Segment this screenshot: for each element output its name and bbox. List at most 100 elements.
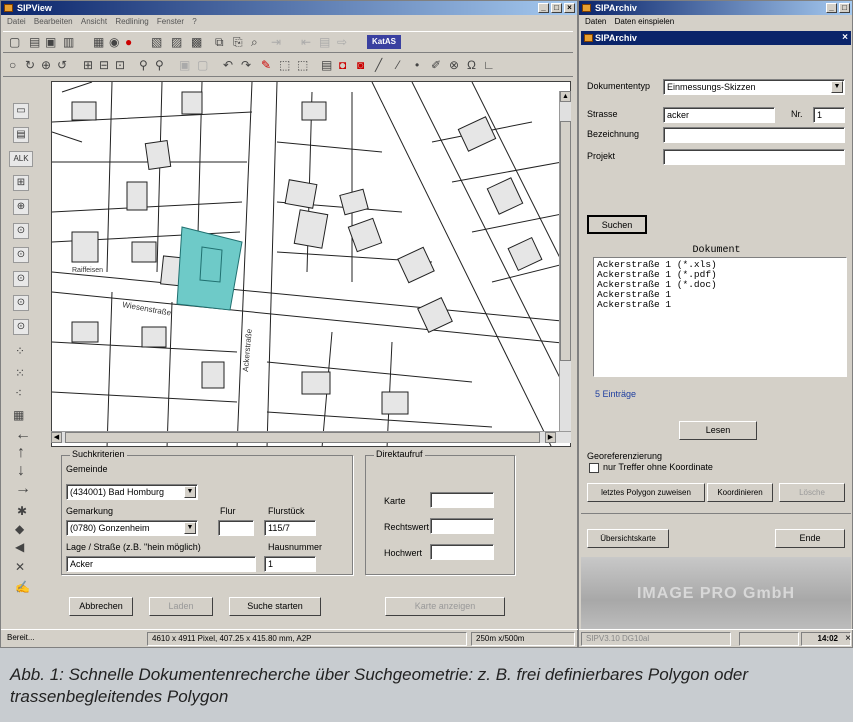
grid2-icon[interactable]: ⊟ [99, 57, 109, 73]
points2-icon[interactable]: ⁙ [15, 365, 25, 381]
save-icon[interactable]: ▣ [45, 34, 56, 50]
flurstueck-field[interactable]: 115/7 [264, 520, 316, 536]
tool-5[interactable]: ⊕ [13, 199, 29, 215]
diamond-icon[interactable]: ◆ [15, 521, 24, 537]
nr-field[interactable]: 1 [813, 107, 845, 123]
rotate-icon[interactable]: ↻ [25, 57, 35, 73]
grid-menu-icon[interactable]: ▦ [13, 407, 24, 423]
suchen-button[interactable]: Suchen [587, 215, 647, 234]
paste-icon[interactable]: ⎘ [233, 34, 243, 50]
frame-icon[interactable]: ▣ [179, 57, 190, 73]
frame2-icon[interactable]: ▢ [197, 57, 208, 73]
lage-field[interactable]: Acker [66, 556, 256, 572]
stamp2-icon[interactable]: ◙ [357, 57, 364, 73]
points-icon[interactable]: ⁘ [15, 343, 25, 359]
tool-grid[interactable]: ⊞ [13, 175, 29, 191]
brush-icon[interactable]: ✍ [15, 579, 30, 595]
maximize-button[interactable]: □ [839, 3, 850, 13]
projekt-field[interactable] [663, 149, 845, 165]
pen-icon[interactable]: ╱ [375, 57, 382, 73]
menu-daten-einspielen[interactable]: Daten einspielen [615, 17, 675, 26]
document-list[interactable]: Ackerstraße 1 (*.xls) Ackerstraße 1 (*.p… [593, 257, 847, 377]
rechtswert-field[interactable] [430, 518, 494, 534]
nav1-icon[interactable]: ⇤ [301, 34, 311, 50]
select-icon[interactable]: ⬚ [279, 57, 290, 73]
info-icon[interactable]: ● [125, 34, 132, 50]
scroll-left-icon[interactable]: ◀ [51, 432, 62, 443]
map-vscroll[interactable]: ▲ [559, 91, 571, 431]
eye-icon[interactable]: ◉ [109, 34, 119, 50]
line-icon[interactable]: ⁄ [397, 57, 399, 73]
nur-treffer-checkbox[interactable] [589, 463, 599, 473]
fill-icon[interactable]: ◀ [15, 539, 24, 555]
katas-button[interactable]: KatAS [367, 35, 401, 49]
tool-alk[interactable]: ALK [9, 151, 33, 167]
pencil-icon[interactable]: ✐ [431, 57, 441, 73]
gemarkung-select[interactable]: (0780) Gonzenheim ▼ [66, 520, 198, 536]
stamp-icon[interactable]: ◘ [339, 57, 346, 73]
close-button[interactable]: × [564, 3, 575, 13]
cross-icon[interactable]: ✕ [15, 559, 25, 575]
measure-icon[interactable]: ∟ [483, 57, 495, 73]
hausnummer-field[interactable]: 1 [264, 556, 316, 572]
tool-7[interactable]: ⊙ [13, 247, 29, 263]
karte-anzeigen-button[interactable]: Karte anzeigen [385, 597, 505, 616]
bezeichnung-field[interactable] [663, 127, 845, 143]
layer2-icon[interactable]: ▨ [171, 34, 182, 50]
maximize-button[interactable]: □ [551, 3, 562, 13]
preview-icon[interactable]: ▦ [93, 34, 104, 50]
copy-icon[interactable]: ⧉ [215, 34, 224, 50]
select2-icon[interactable]: ⬚ [297, 57, 308, 73]
map-hscroll[interactable]: ◀ ▶ [51, 431, 571, 443]
arrow-down-icon[interactable]: ↓ [17, 463, 25, 479]
menu-help[interactable]: ? [192, 17, 196, 26]
ende-button[interactable]: Ende [775, 529, 845, 548]
text-icon[interactable]: Ω [467, 57, 476, 73]
nav3-icon[interactable]: ⇨ [337, 34, 347, 50]
forward-icon[interactable]: ⇥ [271, 34, 281, 50]
hochwert-field[interactable] [430, 544, 494, 560]
menu-datei[interactable]: Datei [7, 17, 26, 26]
lesen-button[interactable]: Lesen [679, 421, 757, 440]
minimize-button[interactable]: _ [538, 3, 549, 13]
tool-2[interactable]: ▤ [13, 127, 29, 143]
tool-10[interactable]: ⊙ [13, 319, 29, 335]
print-icon[interactable]: ▥ [63, 34, 74, 50]
menu-daten[interactable]: Daten [585, 17, 606, 26]
circle-icon[interactable]: ○ [9, 57, 16, 73]
undo-icon[interactable]: ↶ [223, 57, 233, 73]
flur-field[interactable] [218, 520, 254, 536]
koordinieren-button[interactable]: Koordinieren [707, 483, 773, 502]
uebersichtskarte-button[interactable]: Übersichtskarte [587, 529, 669, 548]
map-view[interactable]: Wiesenstraße Ackerstraße Raiffeisen [51, 81, 571, 447]
scatter-icon[interactable]: ⁖ [15, 385, 22, 401]
refresh-icon[interactable]: ↺ [57, 57, 67, 73]
arrow-right-icon[interactable]: → [15, 481, 31, 497]
strasse-field[interactable]: acker [663, 107, 775, 123]
tool-8[interactable]: ⊙ [13, 271, 29, 287]
person2-icon[interactable]: ⚲ [155, 57, 164, 73]
layer-icon[interactable]: ▧ [151, 34, 162, 50]
arrow-up-icon[interactable]: ↑ [17, 445, 25, 461]
scroll-right-icon[interactable]: ▶ [545, 432, 556, 443]
tool-1[interactable]: ▭ [13, 103, 29, 119]
arrow-left-icon[interactable]: ← [15, 427, 31, 443]
scroll-up-icon[interactable]: ▲ [560, 91, 571, 102]
search-icon[interactable]: ⌕ [251, 34, 258, 50]
minimize-button[interactable]: _ [826, 3, 837, 13]
close-icon[interactable]: × [845, 633, 851, 644]
table-icon[interactable]: ▩ [191, 34, 202, 50]
menu-ansicht[interactable]: Ansicht [81, 17, 107, 26]
redo-icon[interactable]: ↷ [241, 57, 251, 73]
open-icon[interactable]: ▤ [29, 34, 40, 50]
menu-bearbeiten[interactable]: Bearbeiten [34, 17, 73, 26]
hscroll-thumb[interactable] [65, 432, 540, 443]
tool-6[interactable]: ⊙ [13, 223, 29, 239]
loeschen-button[interactable]: Lösche [779, 483, 845, 502]
gemeinde-select[interactable]: (434001) Bad Homburg ▼ [66, 484, 198, 500]
laden-button[interactable]: Laden [149, 597, 213, 616]
suche-starten-button[interactable]: Suche starten [229, 597, 321, 616]
grid3-icon[interactable]: ⊡ [115, 57, 125, 73]
star-icon[interactable]: ✱ [17, 503, 27, 519]
person-icon[interactable]: ⚲ [139, 57, 148, 73]
